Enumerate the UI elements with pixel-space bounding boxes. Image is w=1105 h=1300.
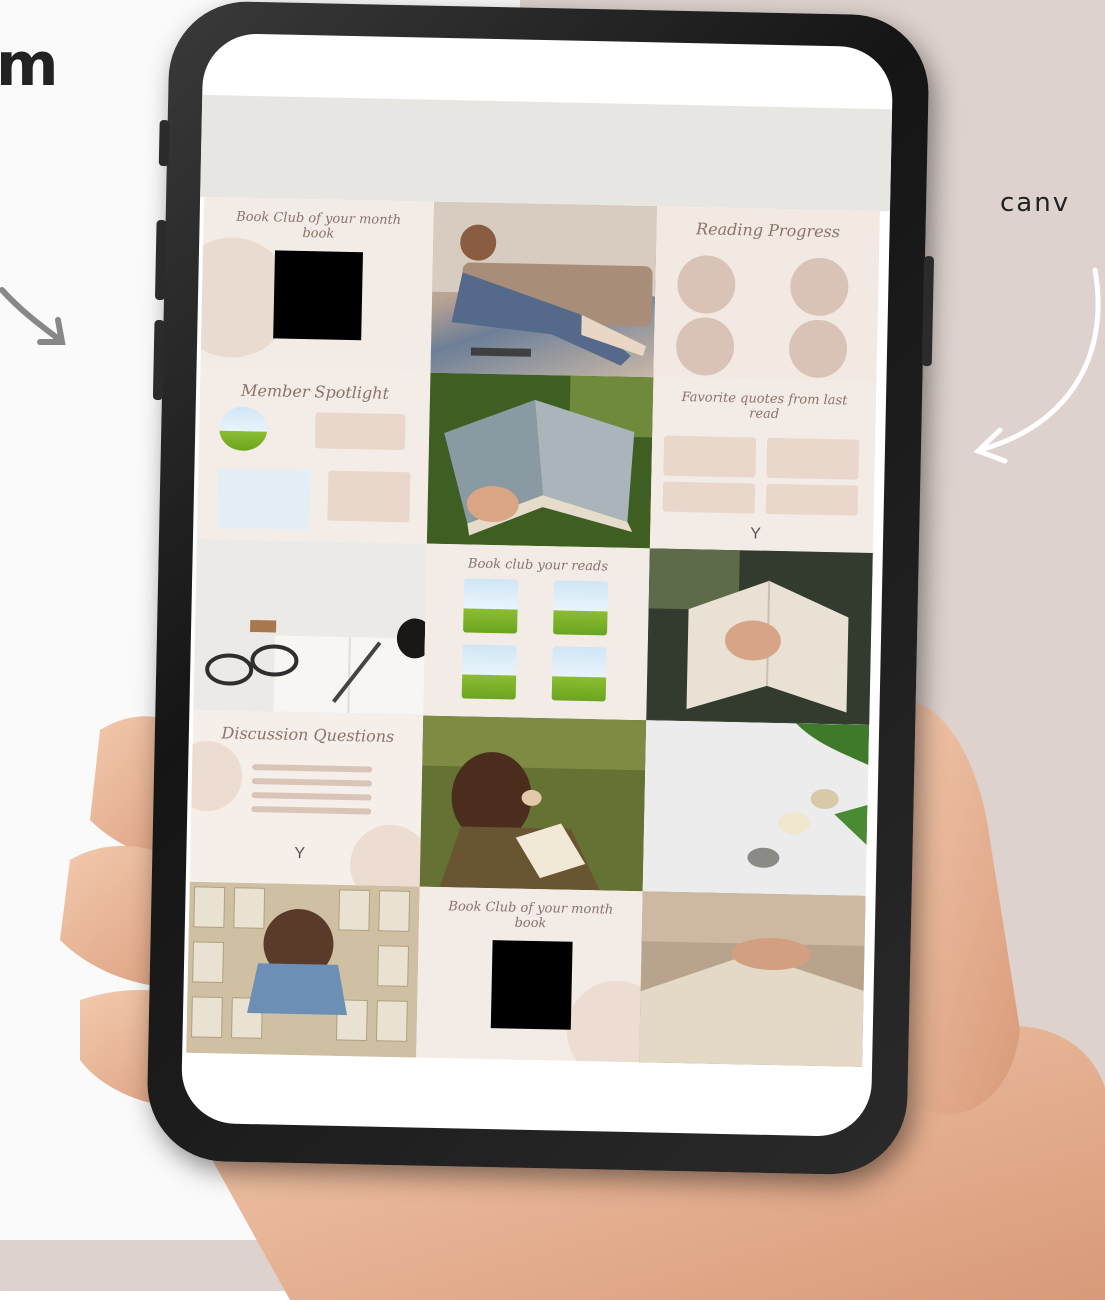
photo-woman-reading [419,715,647,891]
grid-tile-member-spotlight[interactable]: Member Spotlight [196,368,431,545]
volume-down-button [152,319,165,401]
text-line [252,763,373,773]
tile-title: Book Club of your month book [448,898,614,931]
text-line [251,777,372,787]
decor-blob [349,823,424,887]
tile-title: Member Spotlight [240,380,390,404]
photo-open-book [426,372,654,549]
grid-tile-favorite-quotes[interactable]: Favorite quotes from last read Y [649,377,877,554]
grid-tile-book-club-month[interactable]: Book Club of your month book [200,196,435,373]
photo-books-stack [186,881,420,1058]
grid-tile-discussion-questions[interactable]: Discussion Questions Y [189,710,424,887]
quote-card [766,437,860,480]
decor-text-left: m [0,30,59,100]
book-cover-placeholder [490,939,573,1030]
photo-hand-on-book [646,548,873,725]
grid-tile-photo-reading-book[interactable] [639,891,866,1067]
phone-screen: Book Club of your month book Reading Pro… [180,32,894,1138]
photo-reading-book [639,891,866,1067]
quote-card [663,435,757,478]
grid-tile-book-club-reads[interactable]: Book club your reads [423,544,650,720]
tile-title: Discussion Questions [221,722,395,746]
grid-tile-photo-hand-book[interactable] [646,548,873,725]
text-line [251,791,372,801]
progress-pie-1 [676,254,736,315]
grid-tile-photo-open-book-grass[interactable] [426,372,654,549]
grid-tile-photo-woman-reading-grass[interactable] [419,715,647,892]
smartphone: Book Club of your month book Reading Pro… [145,0,935,1176]
grid-tile-photo-books-wall[interactable] [186,881,420,1058]
grid-tile-photo-desk-coffee[interactable] [193,539,427,716]
book-thumbnail [461,644,517,700]
progress-pie-3 [675,316,735,377]
quote-card [765,483,859,516]
grid-tile-book-club-month-2[interactable]: Book Club of your month book [416,886,643,1063]
text-card [217,468,311,531]
tile-title: Favorite quotes from last read [681,390,848,423]
tile-title: Book Club of your month book [236,209,402,242]
decor-text-right: canv [1000,188,1071,218]
volume-up-button [154,219,167,301]
decor-blob [189,739,243,812]
photo-notebook-coffee [193,539,427,716]
progress-pie-2 [789,257,849,317]
book-cover-placeholder [273,250,363,341]
curved-arrow-icon [973,267,1101,464]
sprout-icon: Y [294,844,306,862]
text-line [251,805,372,815]
screen-header-bar [200,94,893,212]
instagram-feed-grid: Book Club of your month book Reading Pro… [186,196,880,1067]
grid-tile-reading-progress[interactable]: Reading Progress [653,206,880,383]
tile-title: Book club your reads [467,556,609,575]
photo-person-reading [432,201,658,366]
quote-card [662,481,756,514]
text-card [314,412,406,451]
mute-switch [158,119,170,167]
member-photo [218,406,268,452]
progress-pie-4 [788,319,848,379]
text-card [327,470,411,523]
book-thumbnail [553,580,609,636]
sprout-icon: Y [749,525,762,543]
book-thumbnail [463,578,519,634]
tile-title: Reading Progress [695,219,841,242]
photo-candles [642,719,870,896]
grid-tile-photo-candles-leaves[interactable] [642,719,870,896]
grid-tile-photo-reader-couch[interactable] [430,201,658,378]
arrow-icon [0,287,66,345]
book-thumbnail [551,646,607,702]
decor-blob [565,979,643,1063]
